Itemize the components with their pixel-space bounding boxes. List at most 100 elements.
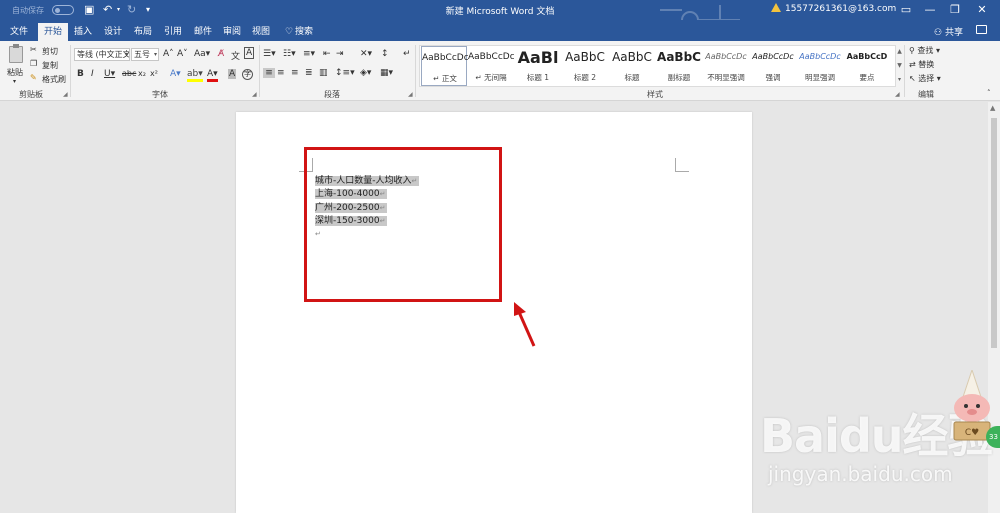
style-subtitle[interactable]: AaBbC 副标题 bbox=[656, 46, 702, 86]
find-button[interactable]: ⚲ 查找 ▾ bbox=[909, 45, 940, 56]
clipboard-launcher-icon[interactable]: ◢ bbox=[63, 91, 68, 98]
distributed-icon[interactable]: ▥ bbox=[319, 68, 328, 78]
font-name-combo[interactable]: 等线 (中文正文 ▾ bbox=[74, 48, 130, 61]
align-right-icon[interactable]: ≡ bbox=[291, 68, 299, 78]
align-center-icon[interactable]: ≡ bbox=[277, 68, 285, 78]
style-name: ↵ 无间隔 bbox=[475, 73, 507, 82]
more-styles-icon[interactable]: ▾ bbox=[896, 73, 903, 87]
superscript-icon[interactable]: x² bbox=[150, 69, 158, 78]
tab-insert[interactable]: 插入 bbox=[70, 23, 96, 41]
bullets-icon[interactable]: ☰▾ bbox=[263, 49, 276, 59]
character-border-icon[interactable]: A bbox=[244, 47, 255, 59]
undo-icon[interactable]: ↶ bbox=[103, 3, 112, 16]
clipboard-icon[interactable] bbox=[9, 44, 23, 63]
style-emphasis[interactable]: AaBbCcDc 强调 bbox=[750, 46, 796, 86]
paragraph-launcher-icon[interactable]: ◢ bbox=[408, 91, 413, 98]
separator bbox=[259, 45, 260, 97]
copy-icon[interactable]: ❐ bbox=[30, 59, 37, 68]
font-size-combo[interactable]: 五号 ▾ bbox=[131, 48, 159, 61]
redo-icon[interactable]: ↻ bbox=[127, 3, 136, 16]
replace-icon: ⇄ bbox=[909, 60, 916, 69]
shading-icon[interactable]: ◈▾ bbox=[360, 68, 371, 78]
separator bbox=[70, 45, 71, 97]
borders-icon[interactable]: ▦▾ bbox=[380, 68, 393, 78]
warning-icon[interactable] bbox=[771, 3, 781, 12]
italic-icon[interactable]: I bbox=[91, 69, 94, 79]
tab-home[interactable]: 开始 bbox=[38, 23, 68, 41]
style-normal[interactable]: AaBbCcDc ↵ 正文 bbox=[421, 46, 468, 86]
cut-button[interactable]: 剪切 bbox=[42, 46, 58, 57]
phonetic-guide-icon[interactable]: 文 bbox=[231, 49, 240, 62]
comment-icon[interactable] bbox=[976, 25, 987, 34]
style-strong[interactable]: AaBbCcD 要点 bbox=[844, 46, 890, 86]
font-launcher-icon[interactable]: ◢ bbox=[252, 91, 257, 98]
style-no-spacing[interactable]: AaBbCcDc ↵ 无间隔 bbox=[468, 46, 514, 86]
underline-icon[interactable]: U▾ bbox=[104, 69, 115, 79]
change-case-icon[interactable]: Aa▾ bbox=[194, 49, 210, 59]
replace-button[interactable]: ⇄ 替换 bbox=[909, 59, 934, 70]
line-spacing-icon[interactable]: ↕≡▾ bbox=[335, 68, 355, 78]
align-left-icon[interactable]: ≡ bbox=[263, 68, 275, 78]
select-button[interactable]: ↖ 选择 ▾ bbox=[909, 73, 941, 84]
collapse-ribbon-icon[interactable]: ˄ bbox=[987, 89, 991, 97]
margin-corner-mark bbox=[675, 158, 689, 172]
tab-view[interactable]: 视图 bbox=[248, 23, 274, 41]
character-shading-icon[interactable]: A bbox=[228, 69, 237, 79]
ribbon-display-options-button[interactable]: ▭ bbox=[894, 2, 918, 18]
multilevel-list-icon[interactable]: ≡▾ bbox=[303, 49, 315, 59]
styles-scroll[interactable]: ▲ ▼ ▾ bbox=[896, 45, 903, 87]
enclose-characters-icon[interactable]: 字 bbox=[242, 69, 253, 80]
maximize-button[interactable]: ❐ bbox=[943, 2, 967, 18]
increase-indent-icon[interactable]: ⇥ bbox=[336, 49, 344, 59]
style-subtle-emphasis[interactable]: AaBbCcDc 不明显强调 bbox=[703, 46, 749, 86]
format-painter-button[interactable]: 格式刷 bbox=[42, 74, 66, 85]
close-button[interactable]: ✕ bbox=[970, 2, 994, 18]
highlight-color-icon[interactable]: ab▾ bbox=[187, 69, 203, 82]
chinese-layout-icon[interactable]: ✕▾ bbox=[360, 49, 372, 59]
save-icon[interactable]: ▣ bbox=[84, 3, 94, 16]
minimize-button[interactable]: — bbox=[918, 2, 942, 18]
justify-icon[interactable]: ≣ bbox=[305, 68, 313, 78]
tab-references[interactable]: 引用 bbox=[160, 23, 186, 41]
text-effects-icon[interactable]: A▾ bbox=[170, 69, 181, 79]
font-color-icon[interactable]: A▾ bbox=[207, 69, 218, 82]
tab-layout[interactable]: 布局 bbox=[130, 23, 156, 41]
undo-dropdown-icon[interactable]: ▾ bbox=[117, 6, 120, 13]
tell-me-search[interactable]: 搜索 bbox=[294, 23, 314, 41]
style-heading-1[interactable]: AaBl 标题 1 bbox=[515, 46, 561, 86]
paste-button[interactable]: 粘贴 bbox=[7, 67, 23, 78]
style-title[interactable]: AaBbC 标题 bbox=[609, 46, 655, 86]
tab-mailings[interactable]: 邮件 bbox=[190, 23, 216, 41]
subscript-icon[interactable]: x₂ bbox=[138, 69, 146, 78]
chevron-down-icon[interactable]: ▼ bbox=[896, 59, 903, 73]
font-group-label: 字体 bbox=[152, 90, 168, 99]
autosave-toggle[interactable] bbox=[52, 5, 74, 15]
copy-button[interactable]: 复制 bbox=[42, 60, 58, 71]
scissors-icon[interactable]: ✂ bbox=[30, 45, 37, 54]
shrink-font-icon[interactable]: A˅ bbox=[177, 49, 188, 59]
tab-review[interactable]: 审阅 bbox=[219, 23, 245, 41]
tab-design[interactable]: 设计 bbox=[100, 23, 126, 41]
scroll-thumb[interactable] bbox=[991, 118, 997, 348]
clear-formatting-icon[interactable]: A̸ bbox=[218, 49, 224, 59]
styles-launcher-icon[interactable]: ◢ bbox=[895, 91, 900, 98]
paragraph-group-label: 段落 bbox=[324, 90, 340, 99]
chevron-up-icon[interactable]: ▲ bbox=[896, 45, 903, 59]
grow-font-icon[interactable]: A˄ bbox=[163, 49, 174, 59]
style-heading-2[interactable]: AaBbC 标题 2 bbox=[562, 46, 608, 86]
style-intense-emphasis[interactable]: AaBbCcDc 明显强调 bbox=[797, 46, 843, 86]
format-painter-icon[interactable]: ✎ bbox=[30, 73, 37, 82]
scroll-up-icon[interactable]: ▲ bbox=[990, 104, 995, 112]
bold-icon[interactable]: B bbox=[77, 69, 84, 79]
strikethrough-icon[interactable]: abc bbox=[122, 69, 136, 78]
show-marks-icon[interactable]: ↵ bbox=[403, 49, 411, 59]
paste-dropdown-icon[interactable]: ▾ bbox=[13, 78, 16, 85]
numbering-icon[interactable]: ☷▾ bbox=[283, 49, 296, 59]
customize-qat-icon[interactable]: ▾ bbox=[146, 5, 150, 14]
chevron-down-icon: ▾ bbox=[124, 51, 128, 58]
tab-file[interactable]: 文件 bbox=[6, 23, 32, 41]
decrease-indent-icon[interactable]: ⇤ bbox=[323, 49, 331, 59]
sort-icon[interactable]: ↕ bbox=[381, 49, 389, 59]
account-name[interactable]: 15577261361@163.com bbox=[785, 4, 896, 14]
share-button[interactable]: ⚇ 共享 bbox=[934, 25, 963, 38]
